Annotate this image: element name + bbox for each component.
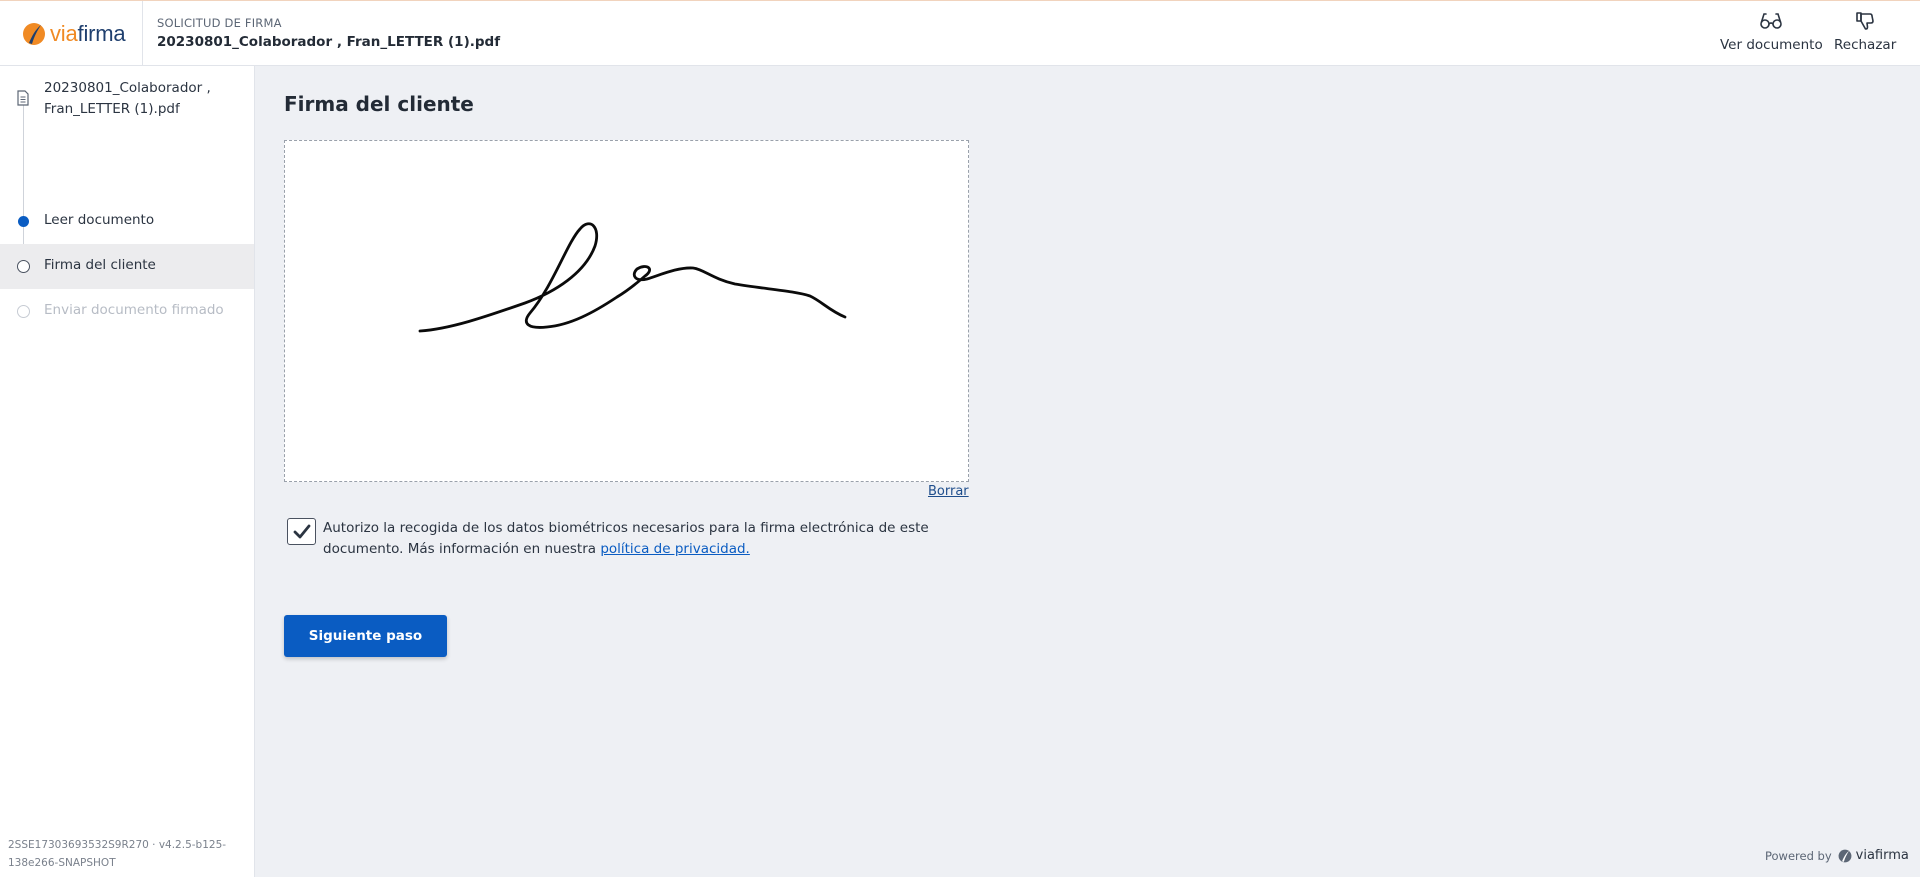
thumbs-down-icon xyxy=(1856,12,1874,30)
signature-pad[interactable] xyxy=(284,140,969,482)
viafirma-logo[interactable]: viafirma xyxy=(22,21,126,47)
reject-button[interactable]: Rechazar xyxy=(1834,11,1896,53)
logo-wordmark: viafirma xyxy=(50,21,126,46)
sidebar-document-name: 20230801_Colaborador , Fran_LETTER (1).p… xyxy=(44,80,211,117)
consent-checkbox[interactable] xyxy=(287,518,316,545)
view-document-button[interactable]: Ver documento xyxy=(1720,11,1823,53)
glasses-icon xyxy=(1760,13,1783,29)
step-label: Enviar documento firmado xyxy=(44,302,224,318)
step-completed-dot xyxy=(18,216,29,227)
sidebar-step-client-signature[interactable]: Firma del cliente xyxy=(0,244,254,289)
footer-brand[interactable]: viafirma xyxy=(1856,848,1909,863)
sidebar-step-send-signed-document: Enviar documento firmado xyxy=(0,289,254,334)
clear-signature-link[interactable]: Borrar xyxy=(928,484,969,499)
document-title: 20230801_Colaborador , Fran_LETTER (1).p… xyxy=(157,34,501,50)
next-step-button[interactable]: Siguiente paso xyxy=(284,615,447,657)
sidebar-step-read-document[interactable]: Leer documento xyxy=(0,199,254,244)
step-pending-dot xyxy=(17,305,30,318)
sidebar-document-item[interactable]: 20230801_Colaborador , Fran_LETTER (1).p… xyxy=(0,66,254,128)
privacy-policy-link[interactable]: política de privacidad. xyxy=(600,541,750,557)
version-info: 2SSE17303693532S9R270 · v4.2.5-b125-138e… xyxy=(8,839,227,869)
step-label: Leer documento xyxy=(44,212,155,228)
view-document-label: Ver documento xyxy=(1720,37,1823,53)
header-divider xyxy=(142,1,143,66)
consent-text: Autorizo la recogida de los datos biomét… xyxy=(323,518,963,560)
step-current-dot xyxy=(17,260,30,273)
request-label: SOLICITUD DE FIRMA xyxy=(157,16,282,30)
page-title: Firma del cliente xyxy=(284,92,474,116)
signature-stroke xyxy=(418,222,847,333)
checkmark-icon xyxy=(293,524,310,538)
app-header: viafirma SOLICITUD DE FIRMA 20230801_Col… xyxy=(0,0,1920,66)
document-icon xyxy=(17,90,29,106)
steps-sidebar: 20230801_Colaborador , Fran_LETTER (1).p… xyxy=(0,66,255,877)
viafirma-small-logo-icon xyxy=(1838,849,1852,862)
powered-by-label: Powered by xyxy=(1765,848,1832,863)
step-label: Firma del cliente xyxy=(44,257,156,273)
powered-by: Powered by viafirma xyxy=(1765,848,1909,863)
reject-label: Rechazar xyxy=(1834,37,1897,53)
viafirma-logo-icon xyxy=(23,23,45,45)
